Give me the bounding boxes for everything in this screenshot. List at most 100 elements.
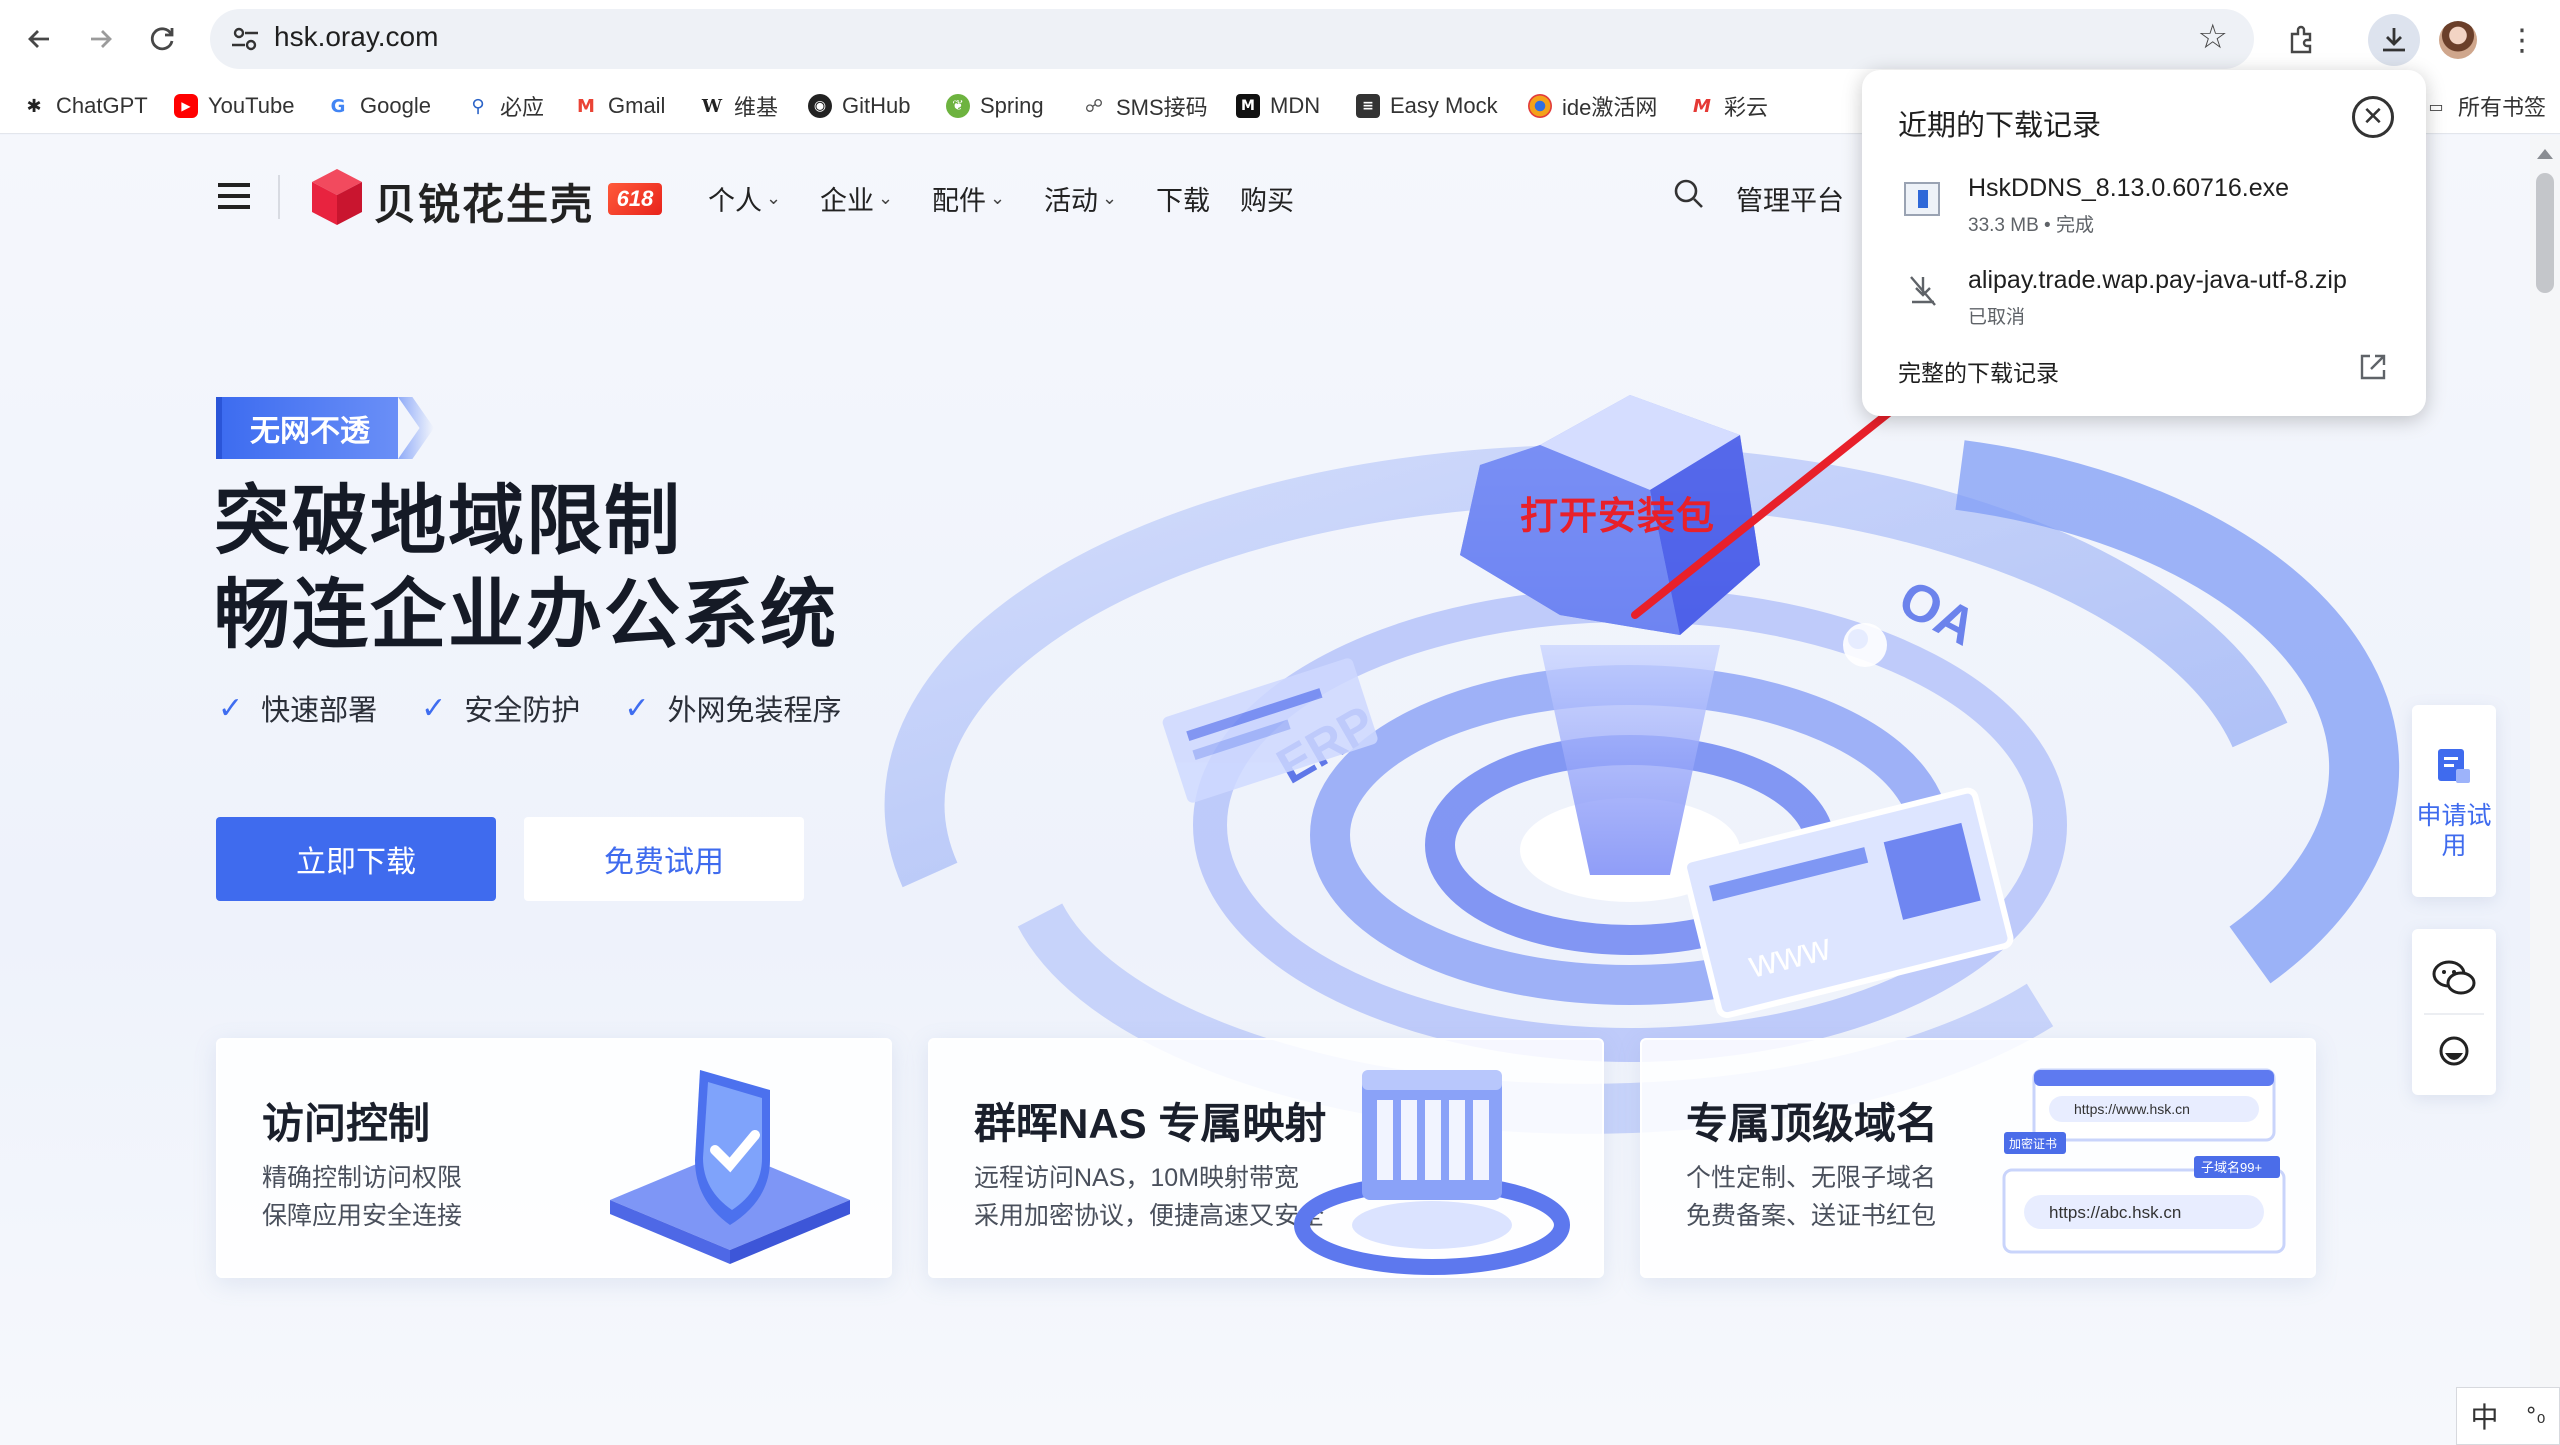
- form-icon: [2438, 749, 2470, 783]
- nav-label: 下载: [1156, 186, 1210, 216]
- full-download-history-link[interactable]: 完整的下载记录: [1898, 354, 2059, 388]
- domain-url-2: https://abc.hsk.cn: [2049, 1203, 2181, 1222]
- bookmark-caiyun[interactable]: M 彩云: [1690, 88, 1768, 124]
- download-item[interactable]: HskDDNS_8.13.0.60716.exe 33.3 MB • 完成: [1862, 170, 2426, 250]
- nav-enterprise[interactable]: 企业 ⌄: [820, 179, 893, 218]
- forward-button[interactable]: [80, 18, 122, 60]
- bookmark-star-icon[interactable]: ☆: [2198, 17, 2228, 57]
- url-text[interactable]: hsk.oray.com: [274, 21, 438, 53]
- open-external-icon[interactable]: [2358, 352, 2388, 382]
- bookmark-easy-mock[interactable]: ≡ Easy Mock: [1356, 88, 1498, 124]
- bookmark-sms[interactable]: ☍ SMS接码: [1082, 88, 1208, 124]
- extensions-button[interactable]: [2276, 14, 2328, 66]
- card-title: 访问控制: [262, 1100, 431, 1147]
- site-info-icon[interactable]: [230, 25, 260, 53]
- bookmark-gmail[interactable]: M Gmail: [574, 88, 665, 124]
- profile-button[interactable]: [2432, 14, 2484, 66]
- sms-icon: ☍: [1084, 95, 1104, 117]
- card-desc: 保障应用安全连接: [262, 1202, 463, 1230]
- subdomain-badge: 子域名99+: [2201, 1160, 2262, 1175]
- back-button[interactable]: [18, 18, 60, 60]
- ime-settings-icon[interactable]: °₀: [2526, 1404, 2546, 1429]
- card-access-control[interactable]: 访问控制 精确控制访问权限 保障应用安全连接: [216, 1038, 892, 1278]
- download-item[interactable]: alipay.trade.wap.pay-java-utf-8.zip 已取消: [1862, 262, 2426, 342]
- bookmark-mdn[interactable]: M MDN: [1236, 88, 1320, 124]
- bookmark-youtube[interactable]: ▶ YouTube: [174, 88, 294, 124]
- oray-logo-icon[interactable]: [310, 167, 364, 227]
- close-icon[interactable]: ✕: [2352, 96, 2394, 138]
- hero-title: 突破地域限制 畅连企业办公系统: [214, 475, 838, 663]
- nav-download[interactable]: 下载: [1156, 179, 1210, 218]
- ide-icon: [1528, 94, 1552, 118]
- bookmark-ide[interactable]: ide激活网: [1528, 88, 1657, 124]
- chevron-down-icon: ⌄: [1102, 188, 1118, 209]
- bookmark-label: ide激活网: [1562, 95, 1658, 120]
- download-status: 33.3 MB • 完成: [1968, 215, 2094, 236]
- easy-mock-icon: ≡: [1356, 94, 1380, 118]
- ime-label: 中: [2470, 1402, 2499, 1433]
- promo-badge[interactable]: 618: [608, 183, 662, 215]
- nav-buy[interactable]: 购买: [1240, 179, 1294, 218]
- card-domain[interactable]: 专属顶级域名 个性定制、无限子域名 免费备案、送证书红包 https://www…: [1640, 1038, 2316, 1278]
- browser-menu-button[interactable]: ⋮: [2496, 14, 2548, 66]
- bookmark-github[interactable]: ◉ GitHub: [808, 88, 910, 124]
- bookmark-wikipedia[interactable]: W 维基: [700, 88, 778, 124]
- wechat-icon[interactable]: [2432, 959, 2476, 997]
- logo-text[interactable]: 贝锐花生壳: [374, 171, 594, 232]
- hero-tag: 无网不透: [216, 397, 434, 459]
- ime-indicator[interactable]: 中 °₀: [2456, 1387, 2560, 1445]
- card-desc: 远程访问NAS，10M映射带宽: [974, 1164, 1300, 1192]
- bookmark-chatgpt[interactable]: ✱ ChatGPT: [22, 88, 148, 124]
- wikipedia-icon: W: [701, 95, 723, 117]
- google-icon: G: [330, 95, 346, 117]
- spring-icon: ❦: [946, 94, 970, 118]
- folder-icon: ▭: [2428, 96, 2444, 116]
- feature-label: 外网免装程序: [667, 695, 842, 727]
- youtube-icon: ▶: [174, 94, 198, 118]
- nav-personal[interactable]: 个人 ⌄: [708, 179, 781, 218]
- feature-item: ✓ 安全防护: [421, 687, 580, 729]
- check-icon: ✓: [624, 690, 650, 726]
- download-icon: [2383, 28, 2405, 52]
- all-bookmarks-button[interactable]: ▭ 所有书签: [2424, 88, 2546, 124]
- apply-trial-label: 申请试用: [2416, 802, 2492, 860]
- chevron-down-icon: ⌄: [878, 188, 894, 209]
- console-link[interactable]: 管理平台: [1736, 179, 1844, 218]
- card-nas-mapping[interactable]: 群晖NAS 专属映射 远程访问NAS，10M映射带宽 采用加密协议，便捷高速又安…: [928, 1038, 1604, 1278]
- scroll-up-icon[interactable]: [2537, 149, 2553, 159]
- chevron-down-icon: ⌄: [766, 188, 782, 209]
- apply-trial-widget[interactable]: 申请试用: [2412, 705, 2496, 897]
- download-filename: HskDDNS_8.13.0.60716.exe: [1968, 174, 2290, 202]
- download-now-button[interactable]: 立即下载: [216, 817, 496, 901]
- feature-label: 快速部署: [261, 695, 378, 727]
- avatar: [2439, 21, 2477, 59]
- card-desc: 精确控制访问权限: [262, 1164, 463, 1192]
- feature-item: ✓ 快速部署: [218, 687, 377, 729]
- chatgpt-icon: ✱: [26, 95, 42, 117]
- nav-events[interactable]: 活动 ⌄: [1044, 179, 1117, 218]
- bookmark-google[interactable]: G Google: [326, 88, 431, 124]
- nav-accessories[interactable]: 配件 ⌄: [932, 179, 1005, 218]
- bookmark-bing[interactable]: ⚲ 必应: [466, 88, 544, 124]
- bookmark-spring[interactable]: ❦ Spring: [946, 88, 1044, 124]
- hero-title-line: 畅连企业办公系统: [214, 573, 838, 658]
- scroll-thumb[interactable]: [2536, 173, 2554, 293]
- free-trial-button[interactable]: 免费试用: [524, 817, 804, 901]
- search-icon[interactable]: [1672, 177, 1706, 211]
- all-bookmarks-label: 所有书签: [2458, 95, 2547, 120]
- nav-label: 购买: [1240, 186, 1294, 216]
- menu-icon[interactable]: [218, 183, 250, 209]
- check-icon: ✓: [421, 690, 447, 726]
- bookmark-label: 彩云: [1724, 95, 1769, 120]
- bookmark-label: ChatGPT: [56, 93, 148, 118]
- address-bar[interactable]: hsk.oray.com ☆: [210, 9, 2254, 69]
- forward-arrow-icon: [91, 30, 112, 48]
- hero-features: ✓ 快速部署 ✓ 安全防护 ✓ 外网免装程序: [218, 687, 841, 729]
- hero-tag-label: 无网不透: [216, 397, 398, 459]
- chevron-down-icon: ⌄: [990, 188, 1006, 209]
- scrollbar[interactable]: [2530, 135, 2560, 1445]
- reload-icon: [150, 27, 174, 51]
- downloads-button[interactable]: [2368, 14, 2420, 66]
- reload-button[interactable]: [142, 18, 184, 60]
- customer-service-icon[interactable]: [2436, 1033, 2472, 1069]
